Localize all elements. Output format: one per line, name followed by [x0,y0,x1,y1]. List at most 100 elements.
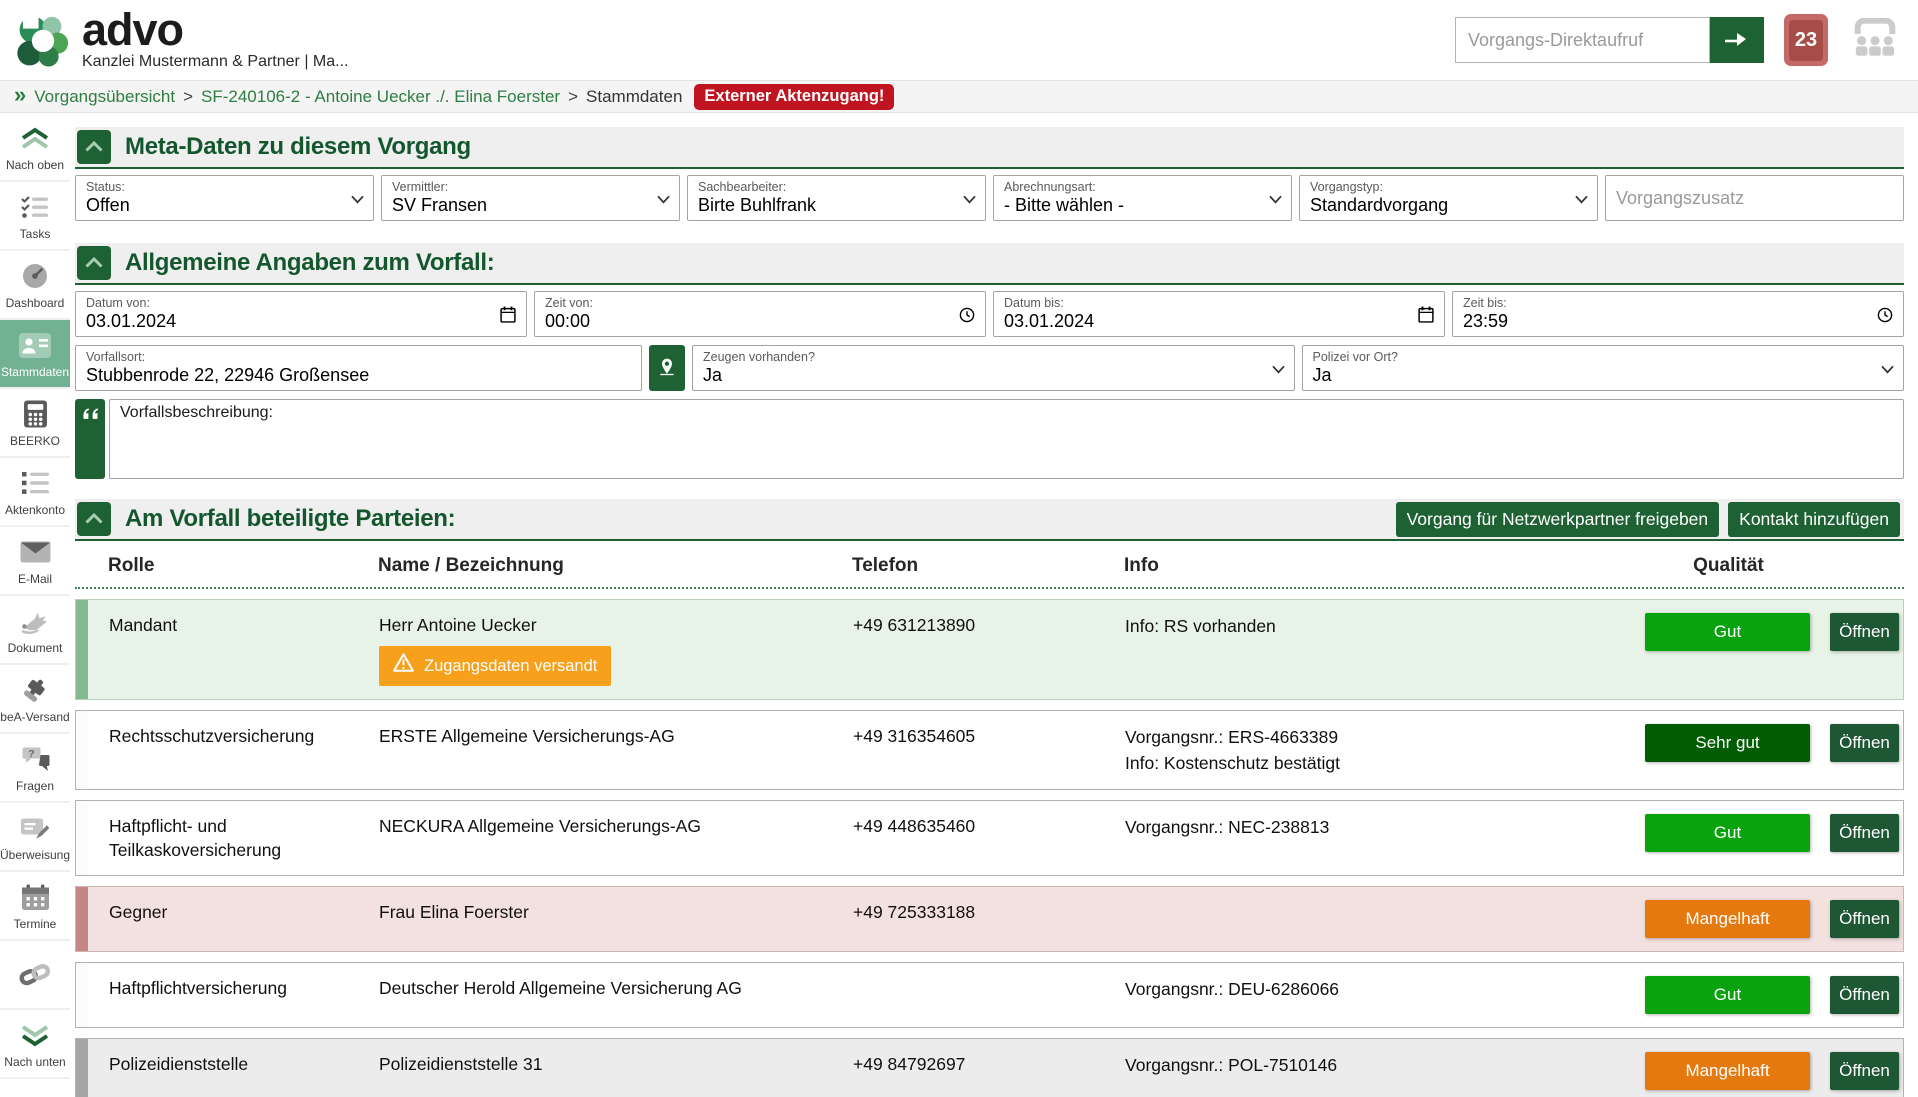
sidebar-item-link[interactable] [0,941,70,1010]
party-row-role: Polizeidienststelle [109,1052,379,1090]
meta-select-2[interactable]: Sachbearbeiter:Birte Buhlfrank [687,175,986,221]
witnesses-label: Zeugen vorhanden? [703,350,1284,364]
party-row-quality: Gut [1645,814,1810,862]
police-value: Ja [1313,364,1894,386]
date-to-field[interactable]: Datum bis: 03.01.2024 [993,291,1445,337]
case-direct-search-input[interactable] [1455,17,1710,63]
users-group-icon[interactable] [1848,18,1902,63]
meta-select-4[interactable]: Vorgangstyp:Standardvorgang [1299,175,1598,221]
sidebar-item-chevrons-down[interactable]: Nach unten [0,1010,70,1079]
quality-button[interactable]: Gut [1645,814,1810,852]
breadcrumb-case-overview[interactable]: Vorgangsübersicht [34,87,175,107]
breadcrumb-case-link[interactable]: SF-240106-2 - Antoine Uecker ./. Elina F… [201,87,560,107]
info-line: Info: Kostenschutz bestätigt [1125,750,1629,776]
deadline-counter-badge[interactable]: 23 [1784,14,1828,66]
quality-button[interactable]: Mangelhaft [1645,900,1810,938]
party-name: Deutscher Herold Allgemeine Versicherung… [379,976,837,1000]
meta-select-0[interactable]: Status:Offen [75,175,374,221]
sidebar-item-calculator[interactable]: BEERKO [0,389,70,458]
quote-icon [82,407,99,424]
advo-logo-icon [14,13,72,71]
open-button[interactable]: Öffnen [1830,976,1899,1014]
row-status-stripe [76,711,88,789]
incident-section-header: Allgemeine Angaben zum Vorfall: [75,243,1904,285]
incident-location-field[interactable]: Vorfallsort: Stubbenrode 22, 22946 Große… [75,345,642,391]
field-label: Sachbearbeiter: [698,180,975,194]
date-from-field[interactable]: Datum von: 03.01.2024 [75,291,527,337]
sidebar-item-label: Termine [14,917,57,931]
open-button[interactable]: Öffnen [1830,1052,1899,1090]
party-row-quality: Gut [1645,976,1810,1014]
open-button[interactable]: Öffnen [1830,613,1899,651]
incident-description-field[interactable]: Vorfallsbeschreibung: [109,399,1904,479]
breadcrumb: » Vorgangsübersicht > SF-240106-2 - Anto… [0,80,1918,113]
field-label: Vorgangstyp: [1310,180,1587,194]
witnesses-select[interactable]: Zeugen vorhanden? Ja [692,345,1295,391]
quality-button[interactable]: Gut [1645,613,1810,651]
svg-text:?: ? [28,748,34,760]
row-status-stripe [76,600,88,699]
meta-select-3[interactable]: Abrechnungsart:- Bitte wählen - [993,175,1292,221]
party-row-name: ERSTE Allgemeine Versicherungs-AG [379,724,853,776]
time-from-value: 00:00 [545,310,975,332]
party-row-phone: +49 84792697 [853,1052,1125,1090]
quality-button[interactable]: Gut [1645,976,1810,1014]
collapse-parties-button[interactable] [77,502,111,536]
search-go-button[interactable] [1710,17,1764,63]
info-line: Vorgangsnr.: DEU-6286066 [1125,976,1629,1002]
party-row-name: Frau Elina Foerster [379,900,853,938]
case-suffix-field[interactable] [1605,175,1904,221]
tasks-icon [20,190,50,224]
time-to-field[interactable]: Zeit bis: 23:59 [1452,291,1904,337]
sidebar-item-list[interactable]: Aktenkonto [0,458,70,527]
clock-picker-icon[interactable] [959,307,975,328]
police-select[interactable]: Polizei vor Ort? Ja [1302,345,1905,391]
open-button[interactable]: Öffnen [1830,814,1899,852]
party-row: HaftpflichtversicherungDeutscher Herold … [75,962,1904,1028]
clock-picker-icon[interactable] [1877,307,1893,328]
sidebar-item-gavel[interactable]: beA-Versand [0,665,70,734]
show-map-button[interactable] [649,345,685,391]
sidebar-item-question[interactable]: ?Fragen [0,734,70,803]
party-row-phone: +49 725333188 [853,900,1125,938]
parties-section-header: Am Vorfall beteiligte Parteien: Vorgang … [75,499,1904,541]
open-button[interactable]: Öffnen [1830,724,1899,762]
sidebar-item-transfer[interactable]: Überweisung [0,803,70,872]
quality-button[interactable]: Sehr gut [1645,724,1810,762]
sidebar-item-gauge[interactable]: Dashboard [0,251,70,320]
share-with-network-partner-button[interactable]: Vorgang für Netzwerkpartner freigeben [1396,502,1720,537]
sidebar-item-chevrons-up[interactable]: Nach oben [0,113,70,182]
party-row-quality: Sehr gut [1645,724,1810,776]
open-button[interactable]: Öffnen [1830,900,1899,938]
logo[interactable]: advo Kanzlei Mustermann & Partner | Ma..… [14,9,348,72]
time-from-field[interactable]: Zeit von: 00:00 [534,291,986,337]
calculator-icon [23,397,48,431]
row-status-stripe [76,887,88,951]
calendar-picker-icon[interactable] [500,306,516,328]
breadcrumb-separator: > [183,87,193,107]
column-info: Info [1124,555,1646,577]
sidebar-item-tasks[interactable]: Tasks [0,182,70,251]
sidebar-item-envelope[interactable]: E-Mail [0,527,70,596]
chevrons-down-icon [19,1018,51,1052]
party-row-name: Herr Antoine UeckerZugangsdaten versandt [379,613,853,686]
add-contact-button[interactable]: Kontakt hinzufügen [1728,502,1900,537]
quality-button[interactable]: Mangelhaft [1645,1052,1810,1090]
text-blocks-button[interactable] [75,399,105,479]
sidebar-item-dove[interactable]: Dokument [0,596,70,665]
party-row-quality: Mangelhaft [1645,900,1810,938]
incident-description-input[interactable] [120,422,1893,474]
meta-select-1[interactable]: Vermittler:SV Fransen [381,175,680,221]
party-name: Frau Elina Foerster [379,900,837,924]
sidebar-item-id-card[interactable]: Stammdaten [0,320,70,389]
party-row-role: Gegner [109,900,379,938]
sidebar-item-label: beA-Versand [0,710,69,724]
date-from-label: Datum von: [86,296,516,310]
collapse-metadata-button[interactable] [77,130,111,164]
sidebar-item-calendar[interactable]: Termine [0,872,70,941]
question-icon: ? [21,742,50,776]
calendar-picker-icon[interactable] [1418,306,1434,328]
collapse-incident-button[interactable] [77,246,111,280]
chevron-down-icon [1881,361,1894,379]
case-suffix-input[interactable] [1616,176,1893,220]
